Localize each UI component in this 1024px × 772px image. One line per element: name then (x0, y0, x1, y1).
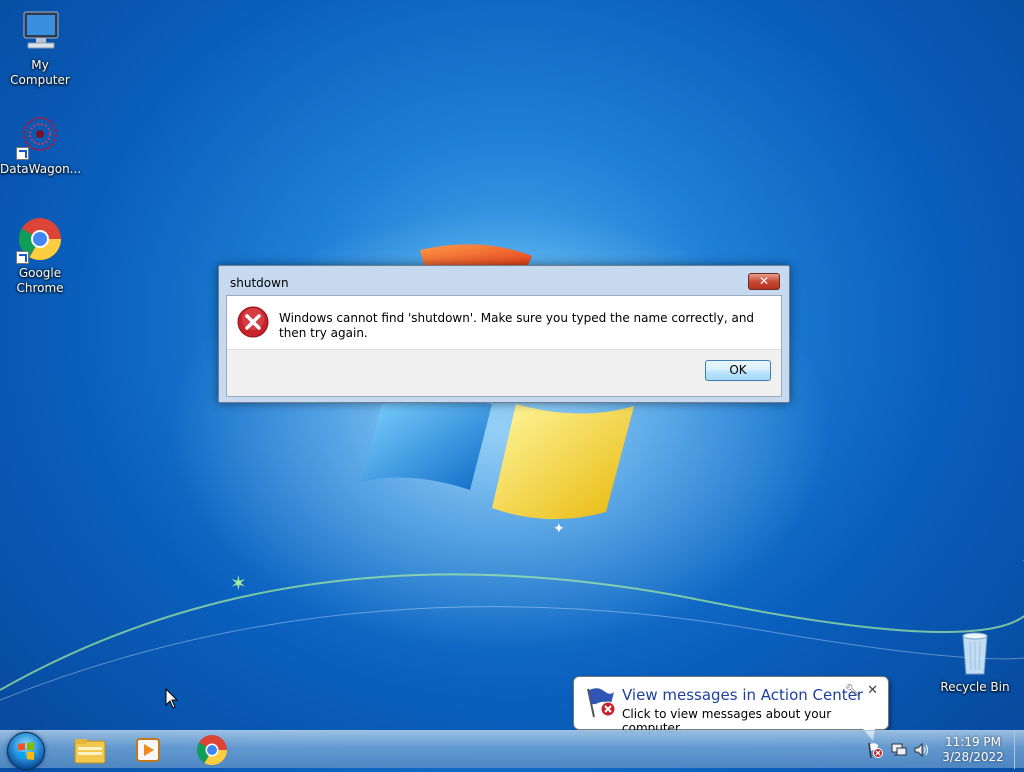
datawagon-icon (16, 112, 64, 160)
action-center-flag-icon (584, 685, 618, 719)
recycle-bin-icon (951, 630, 999, 678)
mouse-cursor-icon (165, 688, 179, 709)
desktop-icon-my-computer[interactable]: My Computer (0, 8, 80, 88)
clock-time: 11:19 PM (945, 735, 1001, 749)
dialog-body: Windows cannot find 'shutdown'. Make sur… (226, 295, 782, 397)
error-dialog[interactable]: shutdown ✕ Windows cannot find 'shutdown… (218, 265, 790, 403)
balloon-title[interactable]: View messages in Action Center (622, 686, 863, 704)
desktop-icon-label: Google Chrome (16, 266, 64, 295)
desktop-icon-google-chrome[interactable]: Google Chrome (0, 216, 80, 296)
dialog-message: Windows cannot find 'shutdown'. Make sur… (279, 311, 755, 340)
shortcut-arrow-icon (16, 251, 29, 264)
media-player-icon (136, 738, 160, 762)
taskbar-chrome-button[interactable] (192, 733, 232, 767)
svg-text:✶: ✶ (230, 571, 247, 595)
desktop-icon-label: My Computer (10, 58, 70, 87)
dialog-close-button[interactable]: ✕ (748, 273, 780, 290)
taskbar-explorer-button[interactable] (70, 733, 110, 767)
show-desktop-button[interactable] (1014, 731, 1024, 769)
start-button[interactable] (7, 732, 45, 770)
network-icon[interactable] (890, 741, 908, 759)
error-icon (237, 306, 269, 338)
windows-explorer-icon (74, 739, 106, 764)
taskbar: 11:19 PM 3/28/2022 (0, 730, 1024, 770)
clock-date: 3/28/2022 (942, 750, 1004, 764)
shortcut-arrow-icon (16, 147, 29, 160)
taskbar-clock[interactable]: 11:19 PM 3/28/2022 (940, 735, 1006, 765)
chrome-icon (196, 735, 227, 766)
windows-logo-icon (18, 742, 34, 760)
svg-text:✦: ✦ (553, 521, 565, 537)
dialog-footer: OK (227, 349, 781, 396)
volume-icon[interactable] (913, 741, 931, 759)
chrome-icon (16, 216, 64, 264)
ok-button[interactable]: OK (705, 360, 771, 381)
action-center-balloon[interactable]: View messages in Action Center Click to … (573, 676, 889, 741)
balloon-close-button[interactable]: ✕ (867, 683, 878, 698)
wrench-icon[interactable]: 🔧︎ (845, 683, 860, 697)
desktop-icon-label: DataWagon... (0, 162, 82, 176)
dialog-title: shutdown (230, 276, 289, 290)
taskbar-media-player-button[interactable] (128, 733, 168, 767)
action-center-icon[interactable] (866, 741, 884, 759)
computer-icon (16, 8, 64, 56)
desktop-icon-datawagon[interactable]: DataWagon... (0, 112, 82, 177)
desktop-icon-label: Recycle Bin (940, 680, 1010, 694)
desktop-icon-recycle-bin[interactable]: Recycle Bin (935, 630, 1015, 695)
